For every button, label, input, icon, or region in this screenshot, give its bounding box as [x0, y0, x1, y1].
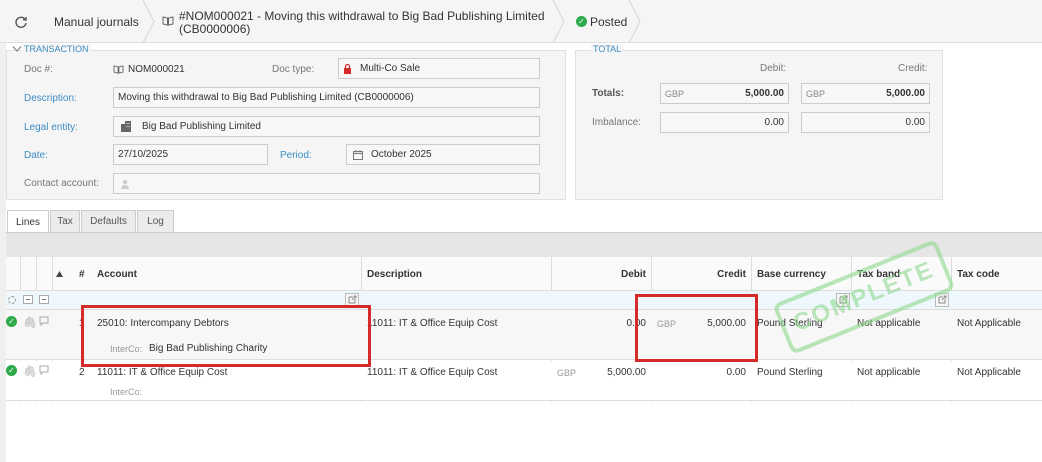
row-base-currency[interactable]: Pound Sterling: [757, 367, 823, 378]
totals-credit-field: GBP 5,000.00: [801, 83, 930, 104]
row-description[interactable]: 11011: IT & Office Equip Cost: [367, 318, 497, 329]
row-account[interactable]: 11011: IT & Office Equip Cost: [97, 367, 227, 378]
calendar-icon: [353, 149, 363, 160]
credit-column-label: Credit:: [898, 63, 928, 74]
new-row-status-icon: [8, 296, 16, 304]
imbalance-credit-value: 0.00: [905, 117, 925, 128]
period-value: October 2025: [371, 149, 432, 160]
totals-debit-currency: GBP: [665, 88, 685, 99]
lock-icon: [344, 63, 351, 74]
user-icon: [121, 179, 129, 189]
debit-column-label: Debit:: [760, 63, 787, 74]
totals-debit-field: GBP 5,000.00: [660, 83, 789, 104]
status-badge: ✓ Posted: [576, 0, 627, 43]
doc-no-value: NOM000021: [113, 64, 185, 75]
chevron-down-icon: [12, 46, 22, 52]
tab-log[interactable]: Log: [137, 210, 174, 232]
imbalance-label: Imbalance:: [592, 117, 641, 128]
row-description[interactable]: 11011: IT & Office Equip Cost: [367, 367, 497, 378]
doc-type-value: Multi-Co Sale: [360, 63, 421, 74]
check-circle-icon: ✓: [6, 316, 17, 327]
description-field[interactable]: Moving this withdrawal to Big Bad Publis…: [113, 87, 540, 108]
description-value: Moving this withdrawal to Big Bad Publis…: [118, 92, 414, 103]
date-field[interactable]: 27/10/2025: [113, 144, 268, 165]
total-legend: TOTAL: [591, 44, 624, 54]
building-icon: [121, 121, 131, 132]
breadcrumb-record[interactable]: #NOM000021 - Moving this withdrawal to B…: [162, 0, 545, 43]
column-header-credit[interactable]: Credit: [700, 257, 746, 291]
refresh-icon: [15, 16, 27, 28]
transaction-legend[interactable]: TRANSACTION: [12, 44, 91, 54]
column-header-description[interactable]: Description: [367, 257, 422, 291]
book-icon: [162, 16, 174, 26]
period-field[interactable]: October 2025: [346, 144, 540, 165]
row-tax-band[interactable]: Not applicable: [857, 367, 920, 378]
contact-account-field[interactable]: [113, 173, 540, 194]
description-label: Description:: [24, 93, 77, 104]
highlight-box-account: [81, 305, 371, 367]
check-circle-icon: ✓: [6, 365, 17, 376]
tab-lines[interactable]: Lines: [7, 210, 49, 233]
period-label: Period:: [280, 150, 312, 161]
column-header-account[interactable]: Account: [97, 257, 137, 291]
legal-entity-label: Legal entity:: [24, 122, 78, 133]
breadcrumb-separator: [142, 0, 156, 43]
totals-debit-value: 5,000.00: [745, 88, 784, 99]
check-circle-icon: ✓: [576, 16, 587, 27]
column-header-base-currency[interactable]: Base currency: [757, 257, 826, 291]
date-label: Date:: [24, 150, 48, 161]
breadcrumb-separator: [628, 0, 642, 43]
tab-tax[interactable]: Tax: [50, 210, 80, 232]
row-tax-code[interactable]: Not Applicable: [957, 367, 1021, 378]
date-value: 27/10/2025: [118, 149, 169, 160]
breadcrumb-separator: [552, 0, 566, 43]
paperclip-icon[interactable]: 🖇: [23, 316, 37, 329]
row-interco-label: InterCo:: [110, 387, 143, 397]
row-tax-code[interactable]: Not Applicable: [957, 318, 1021, 329]
status-label: Posted: [590, 14, 628, 29]
refresh-button[interactable]: [14, 0, 28, 43]
legal-entity-field[interactable]: Big Bad Publishing Limited: [113, 116, 540, 137]
tab-defaults[interactable]: Defaults: [81, 210, 136, 232]
totals-credit-currency: GBP: [806, 88, 826, 99]
totals-credit-value: 5,000.00: [886, 88, 925, 99]
grid-toolbar: [6, 233, 1042, 257]
contact-account-label: Contact account:: [24, 178, 100, 189]
imbalance-debit-value: 0.00: [764, 117, 784, 128]
breadcrumb-record-title-line2: (CB0000006): [179, 22, 251, 36]
breadcrumb-root-label: Manual journals: [54, 14, 139, 29]
legal-entity-value: Big Bad Publishing Limited: [142, 121, 261, 132]
column-header-debit[interactable]: Debit: [600, 257, 646, 291]
row-debit-currency: GBP: [557, 368, 577, 378]
row-debit[interactable]: 5,000.00: [590, 367, 646, 378]
top-bar: Manual journals #NOM000021 - Moving this…: [0, 0, 1042, 43]
imbalance-debit-field: 0.00: [660, 112, 789, 133]
doc-no-label: Doc #:: [24, 64, 53, 75]
column-header-tax-code[interactable]: Tax code: [957, 257, 1000, 291]
breadcrumb-manual-journals[interactable]: Manual journals: [54, 0, 139, 43]
row-number: 2: [79, 367, 85, 378]
new-row-minus-icon: [23, 295, 33, 304]
column-header-number[interactable]: #: [79, 257, 85, 291]
doc-type-label: Doc type:: [272, 64, 315, 75]
imbalance-credit-field: 0.00: [801, 112, 930, 133]
highlight-box-credit: [635, 294, 758, 362]
comment-icon[interactable]: [39, 365, 49, 378]
book-icon: [113, 65, 124, 74]
sort-icon[interactable]: [56, 257, 63, 291]
paperclip-icon[interactable]: 🖇: [23, 365, 37, 378]
totals-label: Totals:: [592, 88, 625, 99]
doc-type-field[interactable]: Multi-Co Sale: [338, 58, 540, 79]
comment-icon[interactable]: [39, 316, 49, 329]
transaction-legend-label: TRANSACTION: [22, 44, 91, 54]
new-row-minus-icon: [39, 295, 49, 304]
doc-no-text: NOM000021: [128, 64, 185, 75]
row-credit[interactable]: 0.00: [700, 367, 746, 378]
